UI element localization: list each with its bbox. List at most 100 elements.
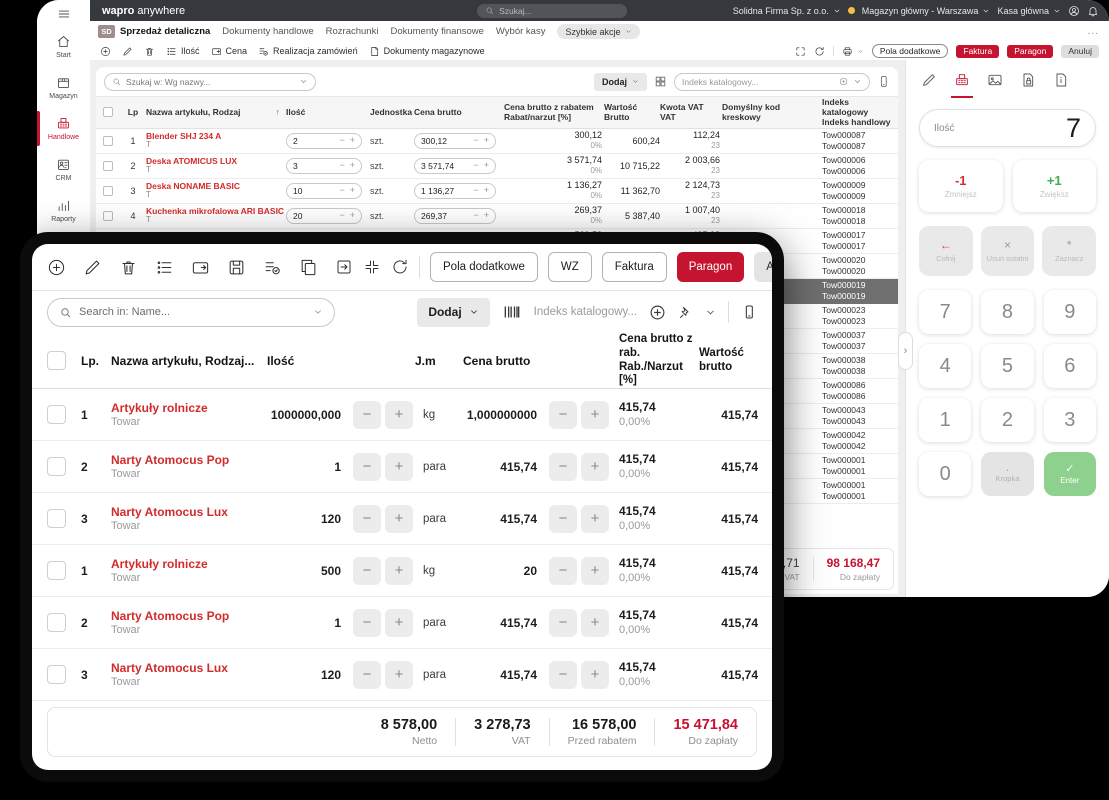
qty-plus-button[interactable]: + xyxy=(350,161,355,170)
price-plus-button[interactable]: + xyxy=(484,161,489,170)
qty-minus-button[interactable]: − xyxy=(353,453,381,481)
price-minus-button[interactable]: − xyxy=(473,136,478,145)
wz-button[interactable]: WZ xyxy=(548,252,592,282)
price-plus-button[interactable]: + xyxy=(581,557,609,585)
sidebar-item-crm[interactable]: CRM xyxy=(37,157,90,182)
row-checkbox[interactable] xyxy=(103,211,113,221)
qty-minus-button[interactable]: − xyxy=(339,211,344,220)
global-search-input[interactable]: Szukaj... xyxy=(477,4,627,18)
panel-tab-image[interactable] xyxy=(987,72,1003,88)
copy-button[interactable] xyxy=(299,258,318,277)
orders-button[interactable] xyxy=(263,258,282,277)
export-button[interactable] xyxy=(335,258,353,276)
price-stepper[interactable]: 1 136,27−+ xyxy=(414,183,496,199)
price-plus-button[interactable]: + xyxy=(484,186,489,195)
qty-minus-button[interactable]: − xyxy=(353,661,381,689)
key-7[interactable]: 7 xyxy=(919,290,971,334)
save-button[interactable] xyxy=(227,258,246,277)
select-all-checkbox[interactable] xyxy=(47,351,66,370)
price-plus-button[interactable]: + xyxy=(581,609,609,637)
extra-fields-button[interactable]: Pola dodatkowe xyxy=(430,252,538,282)
undo-button[interactable]: ←Cofnij xyxy=(919,226,973,276)
tab-dokumenty-handlowe[interactable]: Dokumenty handlowe xyxy=(222,26,313,37)
list-button[interactable] xyxy=(155,258,174,277)
key-4[interactable]: 4 xyxy=(919,344,971,388)
qty-stepper[interactable]: 10−+ xyxy=(286,183,362,199)
delete-button[interactable] xyxy=(119,258,138,277)
row-name[interactable]: Narty Atomocus Pop xyxy=(111,453,229,469)
price-plus-button[interactable]: + xyxy=(581,505,609,533)
expand-button[interactable] xyxy=(795,46,806,57)
quantity-input[interactable]: Ilość 7 xyxy=(919,109,1096,147)
scanner-button[interactable] xyxy=(877,75,890,88)
sidebar-item-start[interactable]: Start xyxy=(37,34,90,59)
tab-sprzedaz-detaliczna[interactable]: Sprzedaż detaliczna xyxy=(120,26,210,37)
edit-button[interactable] xyxy=(122,46,133,57)
add-item-button[interactable]: Dodaj xyxy=(417,298,489,327)
extra-fields-button[interactable]: Pola dodatkowe xyxy=(872,44,949,58)
barcode-button[interactable] xyxy=(502,302,522,322)
qty-plus-button[interactable]: + xyxy=(385,453,413,481)
row-name[interactable]: Artykuły rolnicze xyxy=(111,557,208,573)
price-plus-button[interactable]: + xyxy=(484,211,489,220)
invoice-button[interactable]: Faktura xyxy=(956,45,999,58)
key-dot[interactable]: .Kropka xyxy=(981,452,1033,496)
row-checkbox[interactable] xyxy=(47,405,66,424)
qty-stepper[interactable]: 3−+ xyxy=(286,158,362,174)
pin-button[interactable] xyxy=(678,305,693,320)
catalog-index-input[interactable]: Indeks katalogowy... xyxy=(534,306,637,318)
qty-plus-button[interactable]: + xyxy=(385,401,413,429)
catalog-index-input[interactable]: Indeks katalogowy... xyxy=(674,73,870,91)
row-name[interactable]: Narty Atomocus Lux xyxy=(111,661,228,677)
tab-wybor-kasy[interactable]: Wybór kasy xyxy=(496,26,546,37)
row-name[interactable]: Narty Atomocus Pop xyxy=(111,609,229,625)
key-1[interactable]: 1 xyxy=(919,398,971,442)
qty-minus-button[interactable]: − xyxy=(353,557,381,585)
index-options-button[interactable] xyxy=(705,307,716,318)
row-name[interactable]: Kuchenka mikrofalowa ARI BASIC xyxy=(146,206,284,216)
cancel-button[interactable]: Anuluj xyxy=(1061,45,1099,58)
qty-plus-button[interactable]: + xyxy=(350,136,355,145)
price-minus-button[interactable]: − xyxy=(473,186,478,195)
row-checkbox[interactable] xyxy=(103,136,113,146)
panel-collapse-handle[interactable]: › xyxy=(898,332,913,370)
more-button[interactable]: ... xyxy=(1088,26,1099,37)
price-button[interactable]: Cena xyxy=(211,46,248,57)
qty-plus-button[interactable]: + xyxy=(350,186,355,195)
price-plus-button[interactable]: + xyxy=(581,453,609,481)
key-enter[interactable]: ✓Enter xyxy=(1044,452,1096,496)
print-button[interactable] xyxy=(842,46,864,57)
row-checkbox[interactable] xyxy=(47,665,66,684)
price-minus-button[interactable]: − xyxy=(549,557,577,585)
notifications-button[interactable] xyxy=(1087,5,1099,17)
panel-tab-register[interactable] xyxy=(954,72,970,88)
price-plus-button[interactable]: + xyxy=(484,136,489,145)
key-9[interactable]: 9 xyxy=(1044,290,1096,334)
refresh-button[interactable] xyxy=(391,258,409,276)
price-button[interactable] xyxy=(191,258,210,277)
remove-last-button[interactable]: ×Usuń ostatni xyxy=(981,226,1035,276)
edit-button[interactable] xyxy=(83,258,102,277)
delete-button[interactable] xyxy=(144,46,155,57)
row-checkbox[interactable] xyxy=(103,186,113,196)
row-name[interactable]: Deska NONAME BASIC xyxy=(146,181,240,191)
price-minus-button[interactable]: − xyxy=(473,211,478,220)
price-minus-button[interactable]: − xyxy=(549,401,577,429)
add-index-button[interactable] xyxy=(649,304,666,321)
qty-minus-button[interactable]: − xyxy=(339,186,344,195)
user-button[interactable] xyxy=(1068,5,1080,17)
key-3[interactable]: 3 xyxy=(1044,398,1096,442)
price-minus-button[interactable]: − xyxy=(549,505,577,533)
search-input[interactable]: Search in: Name... xyxy=(47,298,335,327)
row-name[interactable]: Narty Atomocus Lux xyxy=(111,505,228,521)
add-button[interactable] xyxy=(100,46,111,57)
scanner-button[interactable] xyxy=(741,304,757,320)
row-checkbox[interactable] xyxy=(103,161,113,171)
price-minus-button[interactable]: − xyxy=(549,661,577,689)
quantity-button[interactable]: Ilość xyxy=(166,46,200,57)
price-minus-button[interactable]: − xyxy=(549,453,577,481)
row-checkbox[interactable] xyxy=(47,561,66,580)
price-stepper[interactable]: 3 571,74−+ xyxy=(414,158,496,174)
warehouse-selector[interactable]: Magazyn główny - Warszawa xyxy=(862,6,991,16)
qty-plus-button[interactable]: + xyxy=(385,609,413,637)
